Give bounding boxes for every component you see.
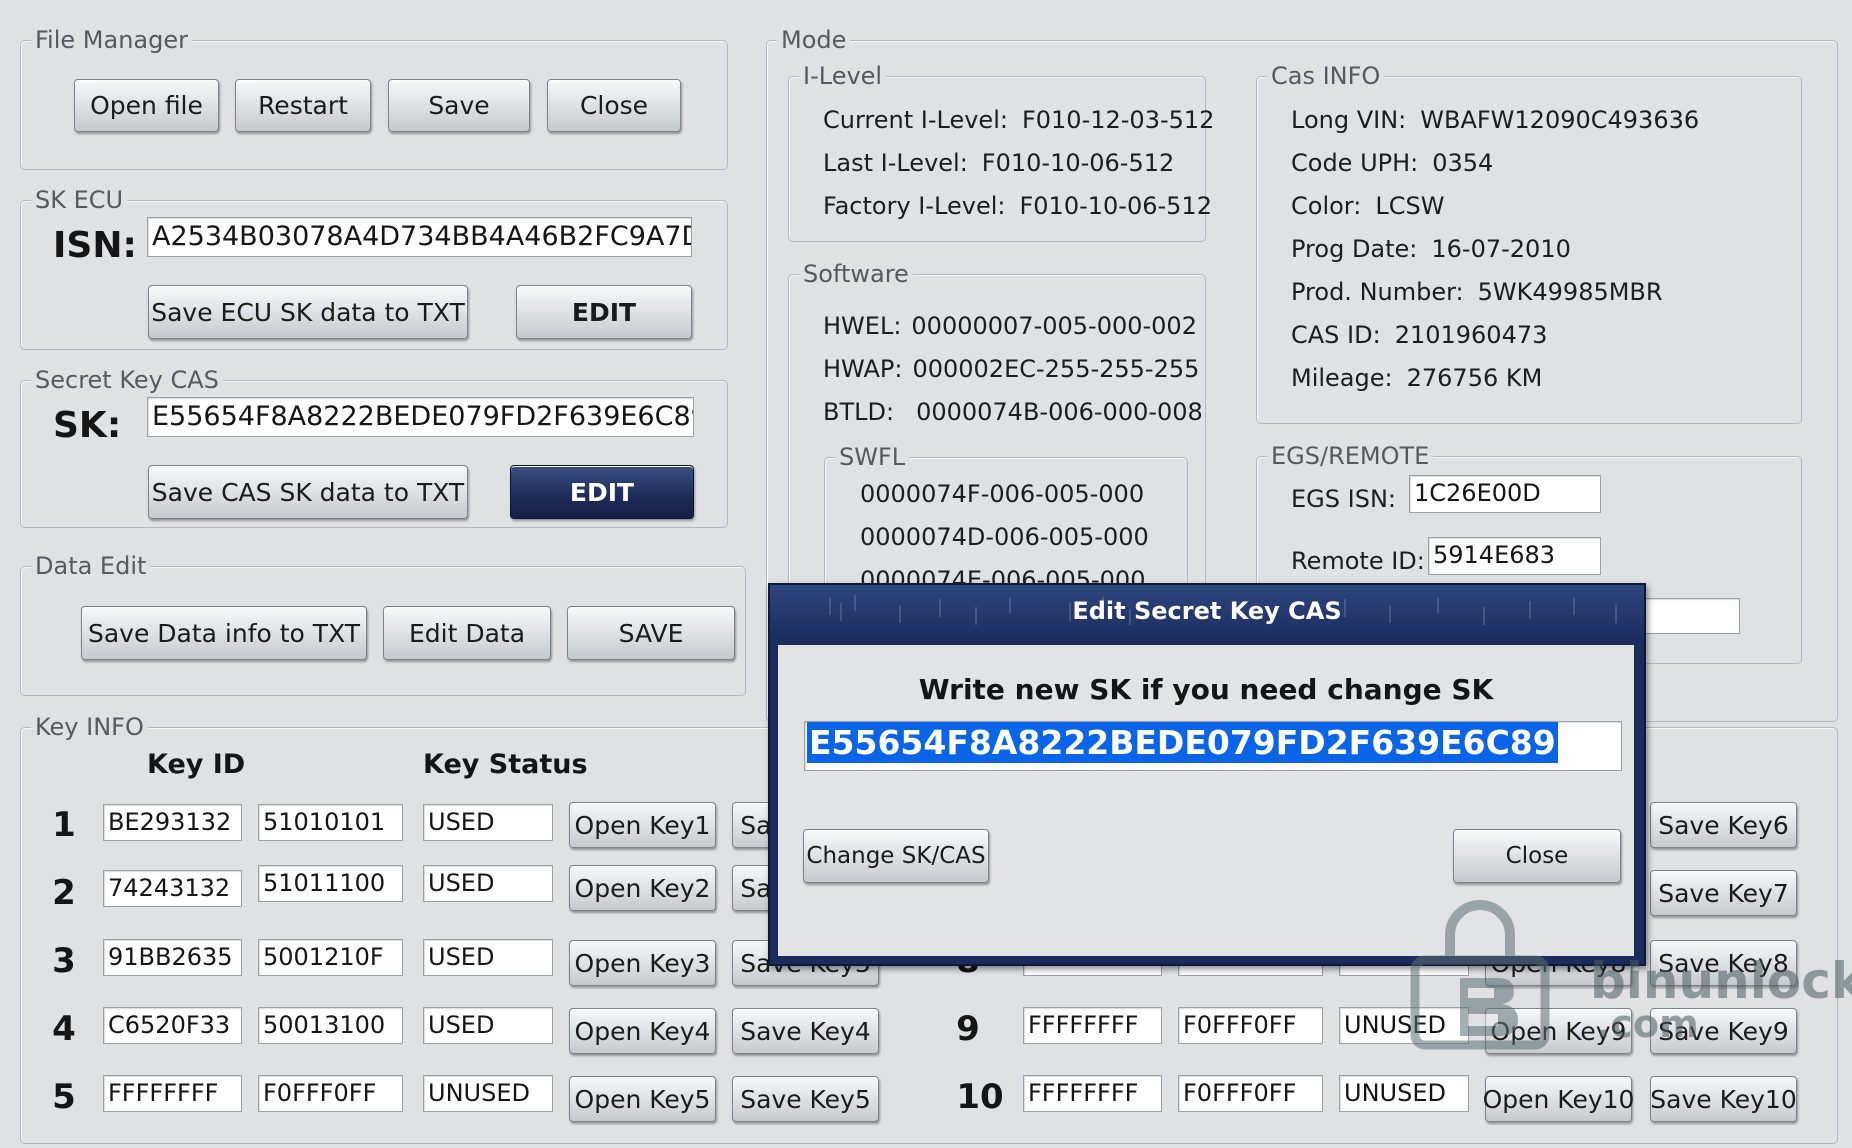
save-button[interactable]: Save (388, 79, 530, 132)
key-status-field[interactable]: USED (423, 865, 553, 902)
swfl-item: 0000074D-006-005-000 (860, 523, 1149, 551)
save-key-button[interactable]: Save Key7 (1650, 870, 1797, 916)
lock-logo-icon (1410, 900, 1550, 1050)
key-row-number: 3 (52, 941, 76, 981)
mode-legend: Mode (777, 26, 851, 54)
btld-info: BTLD: 0000074B-006-000-008 (823, 398, 1203, 426)
save-data-info-button[interactable]: Save Data info to TXT (81, 606, 367, 660)
file-manager-legend: File Manager (31, 26, 192, 54)
code-uph-info: Code UPH: 0354 (1291, 149, 1494, 177)
remote-id-field[interactable]: 5914E683 (1428, 537, 1601, 575)
cas-edit-button[interactable]: EDIT (510, 465, 694, 519)
edit-data-button[interactable]: Edit Data (383, 606, 551, 660)
key-status-field[interactable]: USED (423, 804, 553, 841)
key-id1-field[interactable]: BE293132 (103, 804, 242, 841)
save-ecu-sk-button[interactable]: Save ECU SK data to TXT (148, 285, 468, 339)
dialog-title: Edit Secret Key CAS (1072, 597, 1342, 625)
key-row-number: 5 (52, 1077, 76, 1117)
key-row-number: 4 (52, 1009, 76, 1049)
save-key-button[interactable]: Save Key10 (1650, 1076, 1797, 1122)
remote-id-label: Remote ID: (1291, 547, 1425, 575)
open-key-button[interactable]: Open Key10 (1483, 1076, 1634, 1122)
restart-button[interactable]: Restart (235, 79, 371, 132)
save-key-button[interactable]: Save Key5 (732, 1076, 879, 1122)
key-status-header: Key Status (423, 749, 588, 780)
isn-field[interactable]: A2534B03078A4D734BB4A46B2FC9A7DC (147, 217, 692, 257)
open-key-button[interactable]: Open Key5 (569, 1076, 716, 1122)
dialog-sk-input[interactable]: E55654F8A8222BEDE079FD2F639E6C89 (804, 721, 1622, 771)
sk-label: SK: (53, 405, 122, 446)
sk-ecu-legend: SK ECU (31, 186, 128, 214)
egs-isn-label: EGS ISN: (1291, 485, 1396, 513)
sk-cas-legend: Secret Key CAS (31, 366, 223, 394)
key-id2-field[interactable]: 5001210F (258, 939, 403, 976)
key-row-number: 9 (956, 1009, 980, 1049)
dialog-prompt: Write new SK if you need change SK (918, 673, 1494, 706)
open-key-button[interactable]: Open Key2 (569, 865, 716, 911)
key-id1-field[interactable]: FFFFFFFF (1023, 1007, 1162, 1044)
ecu-edit-button[interactable]: EDIT (516, 285, 692, 339)
data-edit-legend: Data Edit (31, 552, 151, 580)
key-id1-field[interactable]: FFFFFFFF (103, 1075, 242, 1112)
key-status-field[interactable]: USED (423, 1007, 553, 1044)
key-id2-field[interactable]: F0FFF0FF (258, 1075, 403, 1112)
key-status-field[interactable]: UNUSED (423, 1075, 553, 1112)
open-key-button[interactable]: Open Key1 (569, 802, 716, 848)
cas-id-info: CAS ID: 2101960473 (1291, 321, 1548, 349)
close-button[interactable]: Close (547, 79, 681, 132)
key-id1-field[interactable]: 74243132 (103, 870, 242, 907)
key-id1-field[interactable]: 91BB2635 (103, 939, 242, 976)
key-status-field[interactable]: USED (423, 939, 553, 976)
dialog-sk-selected-text: E55654F8A8222BEDE079FD2F639E6C89 (807, 722, 1558, 763)
save-key-button[interactable]: Save Key4 (732, 1008, 879, 1054)
last-ilevel: Last I-Level: F010-10-06-512 (823, 149, 1175, 177)
software-legend: Software (799, 260, 913, 288)
key-id1-field[interactable]: C6520F33 (103, 1007, 242, 1044)
key-id2-field[interactable]: 51011100 (258, 865, 403, 902)
key-id-header: Key ID (147, 749, 246, 780)
prog-date-info: Prog Date: 16-07-2010 (1291, 235, 1571, 263)
swfl-legend: SWFL (835, 443, 910, 471)
watermark-subtext: .com (1596, 1002, 1699, 1046)
dialog-titlebar[interactable]: Edit Secret Key CAS (770, 585, 1644, 643)
key-status-field[interactable]: UNUSED (1339, 1075, 1469, 1112)
dialog-close-button[interactable]: Close (1453, 829, 1621, 883)
egs-remote-legend: EGS/REMOTE (1267, 442, 1434, 470)
hwel-info: HWEL: 00000007-005-000-002 (823, 312, 1197, 340)
key-id2-field[interactable]: F0FFF0FF (1178, 1075, 1323, 1112)
save-cas-sk-button[interactable]: Save CAS SK data to TXT (148, 465, 468, 519)
sk-field[interactable]: E55654F8A8222BEDE079FD2F639E6C89 (147, 397, 694, 437)
hwap-info: HWAP: 000002EC-255-255-255 (823, 355, 1200, 383)
key-id2-field[interactable]: F0FFF0FF (1178, 1007, 1323, 1044)
egs-isn-field[interactable]: 1C26E00D (1409, 475, 1601, 513)
open-key-button[interactable]: Open Key3 (569, 940, 716, 986)
prod-number-info: Prod. Number: 5WK49985MBR (1291, 278, 1663, 306)
data-save-button[interactable]: SAVE (567, 606, 735, 660)
swfl-item: 0000074F-006-005-000 (860, 480, 1145, 508)
key-id1-field[interactable]: FFFFFFFF (1023, 1075, 1162, 1112)
mileage-info: Mileage: 276756 KM (1291, 364, 1543, 392)
key-row-number: 2 (52, 873, 76, 913)
key-id2-field[interactable]: 50013100 (258, 1007, 403, 1044)
cas-info-legend: Cas INFO (1267, 62, 1385, 90)
ilevel-legend: I-Level (799, 62, 887, 90)
key-id2-field[interactable]: 51010101 (258, 804, 403, 841)
key-info-legend: Key INFO (31, 713, 148, 741)
open-file-button[interactable]: Open file (74, 79, 219, 132)
key-row-number: 10 (956, 1077, 1004, 1117)
change-sk-cas-button[interactable]: Change SK/CAS (803, 829, 989, 883)
current-ilevel: Current I-Level: F010-12-03-512 (823, 106, 1215, 134)
key-row-number: 1 (52, 805, 76, 845)
save-key-button[interactable]: Save Key6 (1650, 802, 1797, 848)
long-vin-info: Long VIN: WBAFW12090C493636 (1291, 106, 1700, 134)
color-info: Color: LCSW (1291, 192, 1445, 220)
factory-ilevel: Factory I-Level: F010-10-06-512 (823, 192, 1212, 220)
binunlock-watermark: binunlock .com (1410, 890, 1852, 1054)
isn-label: ISN: (53, 225, 137, 266)
open-key-button[interactable]: Open Key4 (569, 1008, 716, 1054)
